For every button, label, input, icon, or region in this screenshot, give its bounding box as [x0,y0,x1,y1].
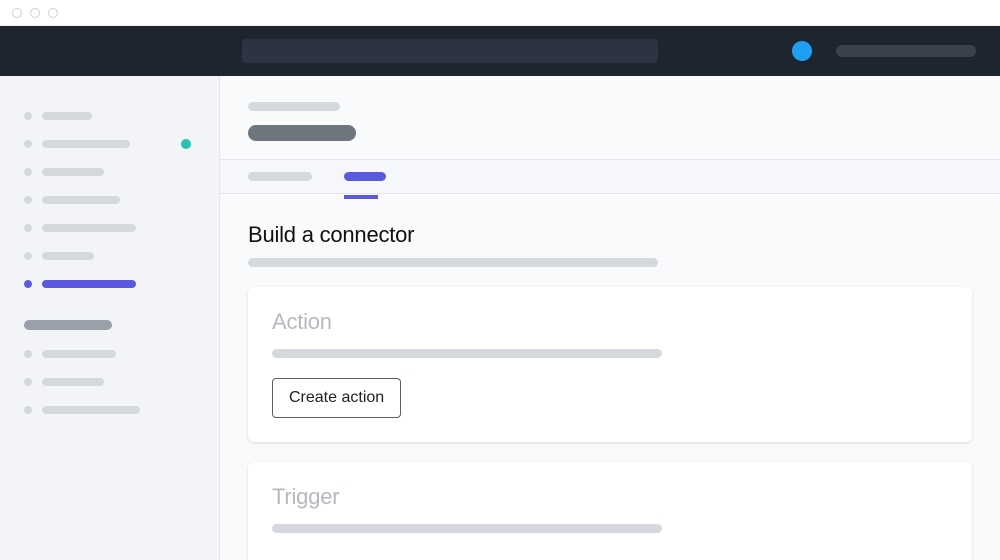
sidebar-group-header [24,320,112,330]
topbar-right [792,41,976,61]
topbar-account-label [836,45,976,57]
card-trigger-title: Trigger [272,484,948,510]
create-action-button[interactable]: Create action [272,378,401,418]
app-window: Build a connector Action Create action T… [0,0,1000,560]
sidebar-item[interactable] [24,374,195,390]
search-input[interactable] [242,39,658,63]
window-minimize-icon[interactable] [30,8,40,18]
sidebar-item[interactable] [24,108,195,124]
sidebar-group-primary [24,108,195,292]
sidebar-group-secondary [24,320,195,418]
sidebar-item-active[interactable] [24,276,195,292]
card-trigger-description [272,524,662,533]
content: Build a connector Action Create action T… [220,194,1000,560]
section-description [248,258,658,267]
sidebar-item[interactable] [24,402,195,418]
sidebar-item[interactable] [24,220,195,236]
body: Build a connector Action Create action T… [0,76,1000,560]
topbar [0,26,1000,76]
status-dot-icon [181,139,191,149]
sidebar-item[interactable] [24,248,195,264]
breadcrumb [248,102,340,111]
section-header: Build a connector [248,222,972,267]
window-maximize-icon[interactable] [48,8,58,18]
sidebar-item[interactable] [24,346,195,362]
avatar[interactable] [792,41,812,61]
card-action: Action Create action [248,287,972,442]
sidebar-item[interactable] [24,136,195,152]
card-trigger: Trigger . [248,462,972,560]
card-action-description [272,349,662,358]
sidebar [0,76,220,560]
sidebar-item[interactable] [24,192,195,208]
window-chrome [0,0,1000,26]
tabs [220,159,1000,194]
tab-active[interactable] [344,172,386,181]
tab[interactable] [248,172,312,181]
window-close-icon[interactable] [12,8,22,18]
section-title: Build a connector [248,222,972,248]
card-action-title: Action [272,309,948,335]
page-header [220,76,1000,159]
main: Build a connector Action Create action T… [220,76,1000,560]
page-title [248,125,356,141]
sidebar-item[interactable] [24,164,195,180]
